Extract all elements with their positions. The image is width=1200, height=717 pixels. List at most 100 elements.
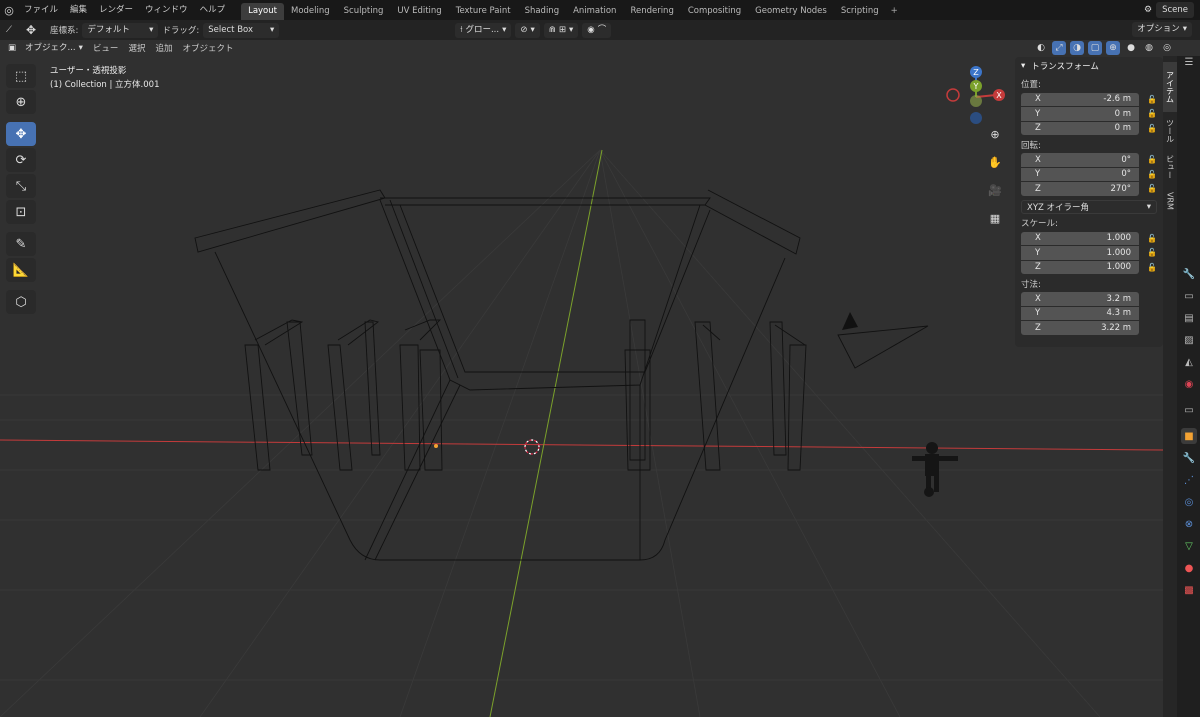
tab-uv-editing[interactable]: UV Editing — [390, 3, 448, 20]
add-cube-tool-icon[interactable]: ⬡ — [6, 290, 36, 314]
tab-geometry-nodes[interactable]: Geometry Nodes — [748, 3, 834, 20]
menu-add[interactable]: 追加 — [150, 42, 177, 54]
world-icon[interactable]: ◉ — [1181, 376, 1197, 392]
cursor-tool-icon[interactable]: ⊕ — [6, 90, 36, 114]
tab-item[interactable]: アイテム — [1163, 62, 1177, 112]
menu-render[interactable]: レンダー — [93, 0, 139, 20]
coord-dropdown[interactable]: デフォルト ▾ — [82, 22, 159, 38]
menu-object[interactable]: オブジェクト — [177, 42, 238, 54]
scene-name-field[interactable]: Scene — [1156, 2, 1194, 18]
menu-window[interactable]: ウィンドウ — [139, 0, 194, 20]
tab-layout[interactable]: Layout — [241, 3, 284, 20]
menu-help[interactable]: ヘルプ — [194, 0, 232, 20]
pivot-dropdown[interactable]: ⊘ ▾ — [515, 22, 540, 38]
overlay-toggle-icon[interactable]: ◑ — [1070, 41, 1084, 55]
lock-icon[interactable]: 🔓 — [1145, 248, 1159, 257]
dimensions-z-field[interactable]: Z 3.22 m — [1021, 321, 1139, 335]
proportional-edit-toggle[interactable]: ◉ ⌒ — [582, 22, 612, 38]
tab-view[interactable]: ビュー — [1163, 150, 1177, 184]
scale-x-field[interactable]: X 1.000 — [1021, 231, 1139, 245]
location-x-field[interactable]: X -2.6 m — [1021, 92, 1139, 106]
drag-dropdown[interactable]: Select Box ▾ — [203, 22, 280, 38]
transform-tool-icon[interactable]: ⊡ — [6, 200, 36, 224]
lock-icon[interactable]: 🔓 — [1145, 95, 1159, 104]
particles-icon[interactable]: ⋰ — [1181, 472, 1197, 488]
move-tool-icon[interactable]: ✥ — [26, 23, 36, 37]
rotation-y-row: Y 0° 🔓 — [1021, 167, 1163, 182]
solid-shading-icon[interactable]: ● — [1124, 41, 1138, 55]
material-icon[interactable]: ● — [1181, 560, 1197, 576]
physics-icon[interactable]: ◎ — [1181, 494, 1197, 510]
tab-rendering[interactable]: Rendering — [623, 3, 680, 20]
render-icon[interactable]: ▭ — [1181, 288, 1197, 304]
lock-icon[interactable]: 🔓 — [1145, 234, 1159, 243]
panel-header[interactable]: ▾ トランスフォーム — [1015, 57, 1163, 75]
scene-icon[interactable]: ◭ — [1181, 354, 1197, 370]
editor-type-icon[interactable]: ▣ — [8, 43, 16, 53]
measure-tool-icon[interactable]: 📐 — [6, 258, 36, 282]
tab-compositing[interactable]: Compositing — [681, 3, 748, 20]
rendered-shading-icon[interactable]: ◎ — [1160, 41, 1174, 55]
view-layer-icon[interactable]: ▨ — [1181, 332, 1197, 348]
location-z-field[interactable]: Z 0 m — [1021, 121, 1139, 135]
rotation-mode-dropdown[interactable]: XYZ オイラー角 ▾ — [1021, 200, 1157, 214]
scale-tool-icon[interactable]: ⤡ — [6, 174, 36, 198]
tab-texture-paint[interactable]: Texture Paint — [449, 3, 518, 20]
tab-scripting[interactable]: Scripting — [834, 3, 886, 20]
object-icon[interactable]: ■ — [1181, 428, 1197, 444]
tab-sculpting[interactable]: Sculpting — [337, 3, 391, 20]
rotation-y-value: 0° — [1121, 169, 1131, 180]
snap-toggle[interactable]: ⋒ ⊞ ▾ — [543, 22, 579, 38]
scale-y-field[interactable]: Y 1.000 — [1021, 246, 1139, 260]
lock-icon[interactable]: 🔓 — [1145, 124, 1159, 133]
menu-edit[interactable]: 編集 — [64, 0, 93, 20]
material-shading-icon[interactable]: ◍ — [1142, 41, 1156, 55]
camera-view-icon[interactable]: 🎥 — [985, 180, 1005, 200]
tab-animation[interactable]: Animation — [566, 3, 623, 20]
rotation-z-field[interactable]: Z 270° — [1021, 182, 1139, 196]
rotate-tool-icon[interactable]: ⟳ — [6, 148, 36, 172]
add-workspace-icon[interactable]: + — [886, 3, 903, 20]
modifier-icon[interactable]: 🔧 — [1181, 450, 1197, 466]
visibility-icon[interactable]: ◐ — [1034, 41, 1048, 55]
move-tool-icon[interactable]: ✥ — [6, 122, 36, 146]
tab-vrm[interactable]: VRM — [1163, 186, 1177, 216]
constraints-icon[interactable]: ⊗ — [1181, 516, 1197, 532]
scale-z-field[interactable]: Z 1.000 — [1021, 260, 1139, 274]
output-icon[interactable]: ▤ — [1181, 310, 1197, 326]
annotate-tool-icon[interactable]: ✎ — [6, 232, 36, 256]
menu-file[interactable]: ファイル — [18, 0, 64, 20]
rotation-y-field[interactable]: Y 0° — [1021, 167, 1139, 181]
tool-icon[interactable]: 🔧 — [1181, 266, 1197, 282]
zoom-icon[interactable]: ⊕ — [985, 124, 1005, 144]
lock-icon[interactable]: 🔓 — [1145, 109, 1159, 118]
select-tool-icon[interactable]: ⬚ — [6, 64, 36, 88]
menu-view[interactable]: ビュー — [88, 42, 124, 54]
lock-icon[interactable]: 🔓 — [1145, 170, 1159, 179]
tab-tool[interactable]: ツール — [1163, 114, 1177, 148]
perspective-toggle-icon[interactable]: ▦ — [985, 208, 1005, 228]
properties-menu-icon[interactable]: ☰ — [1181, 54, 1197, 70]
tab-modeling[interactable]: Modeling — [284, 3, 337, 20]
options-dropdown[interactable]: オプション ▾ — [1132, 22, 1192, 37]
dimensions-x-field[interactable]: X 3.2 m — [1021, 292, 1139, 306]
blender-logo-icon[interactable]: ◎ — [0, 0, 18, 20]
lock-icon[interactable]: 🔓 — [1145, 155, 1159, 164]
data-icon[interactable]: ▽ — [1181, 538, 1197, 554]
rotation-x-field[interactable]: X 0° — [1021, 153, 1139, 167]
texture-icon[interactable]: ▩ — [1181, 582, 1197, 598]
xray-toggle-icon[interactable]: ▢ — [1088, 41, 1102, 55]
transform-orientation-dropdown[interactable]: ⟊ グロー... ▾ — [455, 22, 512, 38]
mode-dropdown[interactable]: オブジェク... ▾ — [20, 41, 88, 56]
menu-select[interactable]: 選択 — [123, 42, 150, 54]
tab-shading[interactable]: Shading — [518, 3, 567, 20]
tool-settings-icon[interactable]: ⟋ — [6, 25, 12, 35]
dimensions-y-field[interactable]: Y 4.3 m — [1021, 306, 1139, 320]
lock-icon[interactable]: 🔓 — [1145, 184, 1159, 193]
gizmo-toggle-icon[interactable]: ⤢ — [1052, 41, 1066, 55]
collection-icon[interactable]: ▭ — [1181, 402, 1197, 418]
pan-hand-icon[interactable]: ✋ — [985, 152, 1005, 172]
lock-icon[interactable]: 🔓 — [1145, 263, 1159, 272]
location-y-field[interactable]: Y 0 m — [1021, 107, 1139, 121]
wireframe-shading-icon[interactable]: ⊕ — [1106, 41, 1120, 55]
